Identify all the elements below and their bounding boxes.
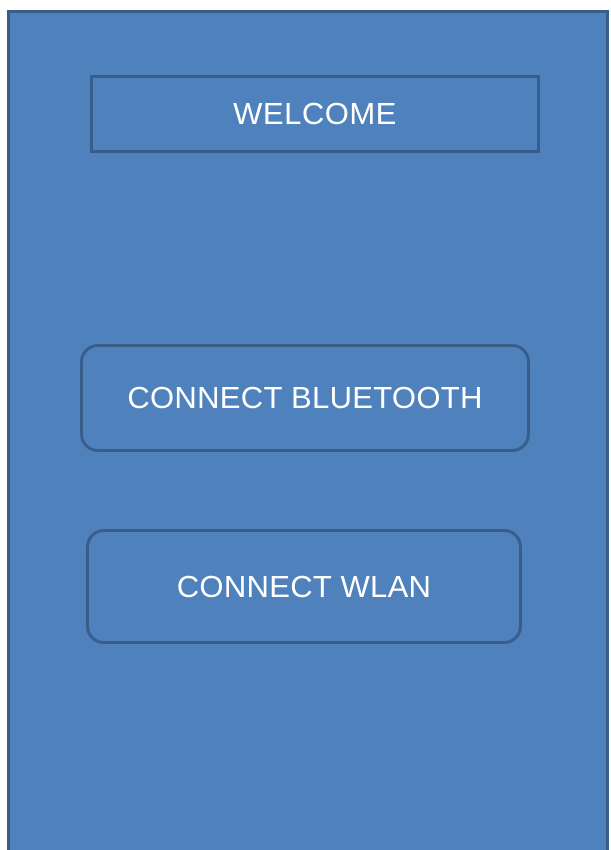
connect-bluetooth-button[interactable]: CONNECT BLUETOOTH: [80, 344, 530, 452]
connect-wlan-button[interactable]: CONNECT WLAN: [86, 529, 522, 644]
app-screen: WELCOME CONNECT BLUETOOTH CONNECT WLAN: [7, 10, 609, 850]
welcome-title: WELCOME: [233, 96, 397, 131]
connect-wlan-label: CONNECT WLAN: [176, 568, 432, 604]
connect-bluetooth-label: CONNECT BLUETOOTH: [127, 380, 483, 415]
welcome-banner: WELCOME: [90, 75, 540, 153]
